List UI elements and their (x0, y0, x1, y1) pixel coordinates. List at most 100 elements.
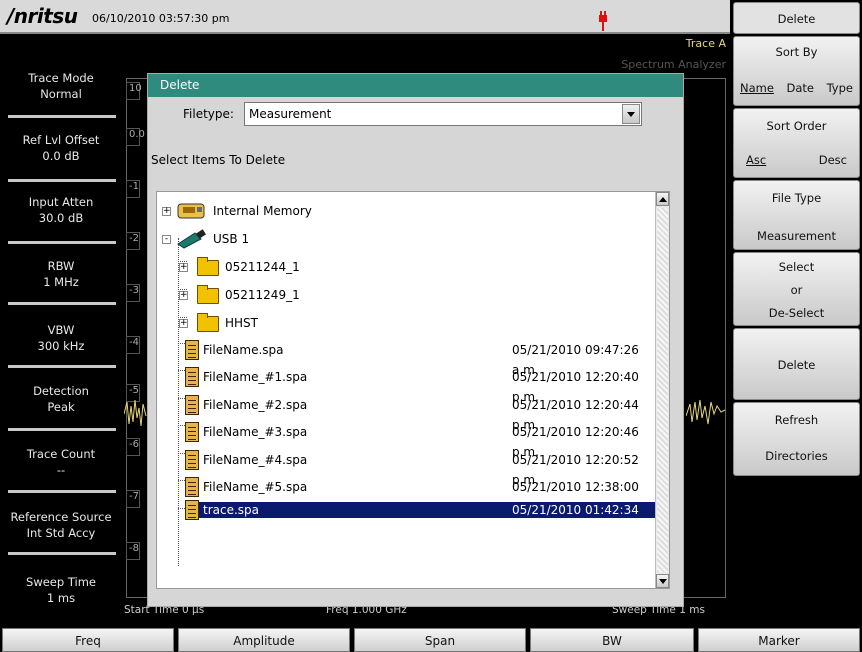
expand-icon[interactable]: + (179, 319, 188, 328)
sweep-time-setting: Sweep Time 1 ms (0, 574, 122, 606)
setting-value: Int Std Accy (26, 526, 96, 540)
filetype-select[interactable]: Measurement (244, 102, 642, 126)
file-type-title: File Type (771, 191, 822, 205)
setting-title: Trace Mode (28, 71, 94, 85)
divider (8, 428, 116, 431)
file-icon (185, 367, 199, 387)
softkey-line: Directories (765, 449, 828, 463)
delete-softkey[interactable]: Delete (733, 328, 860, 400)
y-tick-label: -4 (126, 336, 140, 354)
file-name: trace.spa (203, 503, 260, 517)
tab-marker[interactable]: Marker (698, 628, 860, 652)
sort-by-type-option[interactable]: Type (827, 81, 853, 95)
rbw-setting: RBW 1 MHz (0, 258, 122, 290)
setting-title: RBW (47, 259, 75, 273)
divider (8, 179, 116, 182)
reference-source-setting: Reference Source Int Std Accy (0, 509, 122, 541)
softkey-panel: Delete Sort By Name Date Type Sort Order… (730, 0, 862, 598)
softkey-line: De-Select (768, 306, 825, 320)
tree-item-file[interactable]: FileName.spa 05/21/2010 09:47:26 a.m. (157, 340, 657, 377)
scroll-up-icon[interactable] (656, 192, 669, 206)
measurement-settings-panel: Trace Mode Normal Ref Lvl Offset 0.0 dB … (0, 34, 122, 605)
expand-icon[interactable]: + (179, 291, 188, 300)
divider (8, 241, 116, 244)
trace-noise-left (124, 399, 147, 427)
file-icon (185, 422, 199, 442)
setting-title: Trace Count (26, 447, 96, 461)
divider (8, 552, 116, 555)
internal-memory-drive-icon (177, 203, 205, 219)
file-name: FileName_#3.spa (203, 425, 308, 439)
file-icon (185, 477, 199, 497)
tree-item-label: USB 1 (213, 232, 250, 246)
select-items-label: Select Items To Delete (151, 153, 286, 167)
dialog-footer (156, 589, 670, 601)
setting-value: -- (56, 463, 66, 477)
sort-order-title: Sort Order (766, 119, 827, 133)
tree-item-label: HHST (225, 316, 258, 330)
trace-mode-setting: Trace Mode Normal (0, 70, 122, 102)
input-atten-setting: Input Atten 30.0 dB (0, 194, 122, 226)
file-name: FileName_#5.spa (203, 480, 308, 494)
file-icon (185, 395, 199, 415)
softkey-line: Refresh (774, 413, 819, 427)
usb-drive-icon (177, 229, 206, 249)
scroll-track[interactable] (657, 208, 668, 572)
tab-span[interactable]: Span (354, 628, 526, 652)
select-deselect-softkey[interactable]: Select or De-Select (733, 252, 860, 326)
scroll-down-icon[interactable] (656, 574, 669, 588)
file-name: FileName_#1.spa (203, 370, 308, 384)
tree-item-file[interactable]: FileName_#1.spa 05/21/2010 12:20:40 p.m. (157, 367, 657, 404)
trace-count-setting: Trace Count -- (0, 446, 122, 478)
tree-item-folder-05211249-1[interactable]: + 05211249_1 (157, 285, 657, 305)
tree-item-usb-1[interactable]: - USB 1 (157, 229, 657, 249)
sort-by-name-option[interactable]: Name (740, 81, 774, 95)
tree-item-file[interactable]: FileName_#5.spa 05/21/2010 12:38:00 p.m. (157, 477, 657, 514)
sort-order-asc-option[interactable]: Asc (746, 153, 766, 167)
expand-icon[interactable]: + (179, 263, 188, 272)
file-name: FileName_#2.spa (203, 398, 308, 412)
sort-by-date-option[interactable]: Date (787, 81, 815, 95)
tree-item-internal-memory[interactable]: + Internal Memory (157, 201, 657, 221)
y-tick-label: -8 (126, 542, 140, 560)
folder-icon (197, 313, 219, 332)
tree-item-file[interactable]: FileName_#4.spa 05/21/2010 12:20:52 p.m. (157, 450, 657, 487)
y-tick-label: -2 (126, 232, 140, 250)
refresh-directories-softkey[interactable]: Refresh Directories (733, 402, 860, 476)
tab-bw[interactable]: BW (530, 628, 694, 652)
tree-item-label: 05211249_1 (225, 288, 300, 302)
y-tick-label: 10 (126, 82, 142, 100)
setting-value: 300 kHz (37, 339, 85, 353)
expand-icon[interactable]: + (162, 207, 171, 216)
softkey-line: or (790, 283, 803, 297)
status-bar: /nritsu 06/10/2010 03:57:30 pm (0, 0, 730, 34)
sort-order-softkey[interactable]: Sort Order Asc Desc (733, 108, 860, 178)
tree-item-file[interactable]: FileName_#2.spa 05/21/2010 12:20:44 p.m. (157, 395, 657, 432)
brand-logo: /nritsu (7, 4, 78, 28)
y-tick-label: -3 (126, 284, 140, 302)
setting-value: 0.0 dB (42, 149, 80, 163)
filetype-label: Filetype: (183, 107, 234, 121)
tree-item-folder-hhst[interactable]: + HHST (157, 313, 657, 333)
sort-order-desc-option[interactable]: Desc (819, 153, 847, 167)
tree-item-file-selected[interactable]: trace.spa 05/21/2010 01:42:34 p.m. (195, 502, 665, 533)
setting-title: VBW (47, 323, 75, 337)
chevron-down-icon[interactable] (622, 104, 640, 124)
setting-value: 1 MHz (43, 275, 79, 289)
y-tick-label: -1 (126, 180, 140, 198)
vertical-scrollbar[interactable] (655, 192, 669, 588)
divider (8, 365, 116, 368)
tab-freq[interactable]: Freq (2, 628, 174, 652)
softkey-menu-title: Delete (733, 2, 860, 34)
tree-item-file[interactable]: FileName_#3.spa 05/21/2010 12:20:46 p.m. (157, 422, 657, 459)
tree-item-label: Internal Memory (213, 204, 312, 218)
collapse-icon[interactable]: - (162, 235, 171, 244)
file-tree[interactable]: + Internal Memory - USB 1 + 05211244_1 +… (156, 191, 670, 589)
folder-icon (197, 257, 219, 276)
tab-amplitude[interactable]: Amplitude (178, 628, 350, 652)
y-tick-label: -6 (126, 438, 140, 456)
power-plug-icon (599, 11, 607, 31)
file-type-softkey[interactable]: File Type Measurement (733, 180, 860, 250)
sort-by-softkey[interactable]: Sort By Name Date Type (733, 36, 860, 106)
tree-item-folder-05211244-1[interactable]: + 05211244_1 (157, 257, 657, 277)
